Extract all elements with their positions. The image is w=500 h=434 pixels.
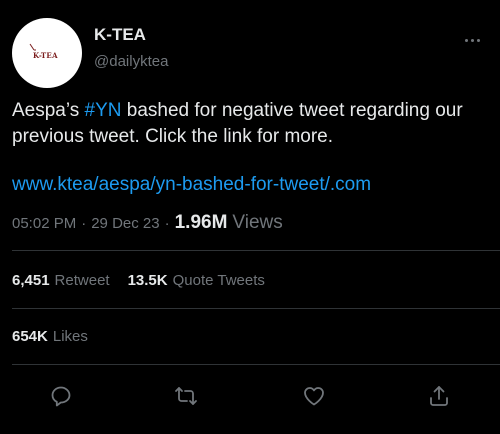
retweets-label: Retweet xyxy=(54,272,110,289)
retweet-icon xyxy=(175,387,197,405)
quote-tweets-stat[interactable]: 13.5K Quote Tweets xyxy=(128,272,265,289)
likes-label: Likes xyxy=(52,328,88,345)
more-options-button[interactable] xyxy=(460,30,484,50)
avatar-logo: K-TEA xyxy=(27,42,67,64)
reply-icon xyxy=(51,386,71,407)
retweets-count: 6,451 xyxy=(12,272,50,289)
stats-row-engagement: 6,451 Retweet 13.5K Quote Tweets xyxy=(12,272,283,289)
hashtag-link[interactable]: #YN xyxy=(85,100,122,121)
likes-stat[interactable]: 654K Likes xyxy=(12,328,88,345)
tweet-time[interactable]: 05:02 PM xyxy=(12,215,76,232)
tweet-url-link[interactable]: www.ktea/aespa/yn-bashed-for-tweet/.com xyxy=(12,172,371,198)
divider xyxy=(12,364,500,365)
stats-row-likes: 654K Likes xyxy=(12,328,106,345)
meta-separator: · xyxy=(81,215,87,232)
tweet-date[interactable]: 29 Dec 23 xyxy=(91,215,159,232)
more-dot xyxy=(470,38,474,42)
more-dot xyxy=(476,38,480,42)
tweet-text: Aespa’s #YN bashed for negative tweet re… xyxy=(12,98,482,150)
divider xyxy=(12,250,500,251)
tweet-actions xyxy=(0,378,500,416)
quote-tweets-count: 13.5K xyxy=(127,272,168,289)
retweet-button[interactable] xyxy=(168,378,204,414)
avatar-logo-text: K-TEA xyxy=(33,51,58,60)
views-label: Views xyxy=(232,212,283,233)
retweets-stat[interactable]: 6,451 Retweet xyxy=(12,272,110,289)
divider xyxy=(12,308,500,309)
more-dot xyxy=(464,38,468,42)
avatar[interactable]: K-TEA xyxy=(12,18,82,88)
quote-tweets-label: Quote Tweets xyxy=(172,272,265,289)
heart-icon xyxy=(304,387,324,406)
share-button[interactable] xyxy=(421,378,457,414)
share-icon xyxy=(430,386,448,406)
like-button[interactable] xyxy=(296,378,332,414)
tweet-text-start: Aespa’s xyxy=(12,100,85,121)
meta-separator: · xyxy=(164,215,170,232)
author-handle[interactable]: @dailyktea xyxy=(94,53,168,70)
tweet-detail: K-TEA K-TEA @dailyktea Aespa’s #YN bashe… xyxy=(0,0,500,434)
reply-button[interactable] xyxy=(43,378,79,414)
likes-count: 654K xyxy=(12,328,48,345)
author-display-name[interactable]: K-TEA xyxy=(94,25,146,45)
tweet-meta: 05:02 PM · 29 Dec 23 · 1.96M Views xyxy=(12,212,283,234)
views-count: 1.96M xyxy=(174,212,228,233)
